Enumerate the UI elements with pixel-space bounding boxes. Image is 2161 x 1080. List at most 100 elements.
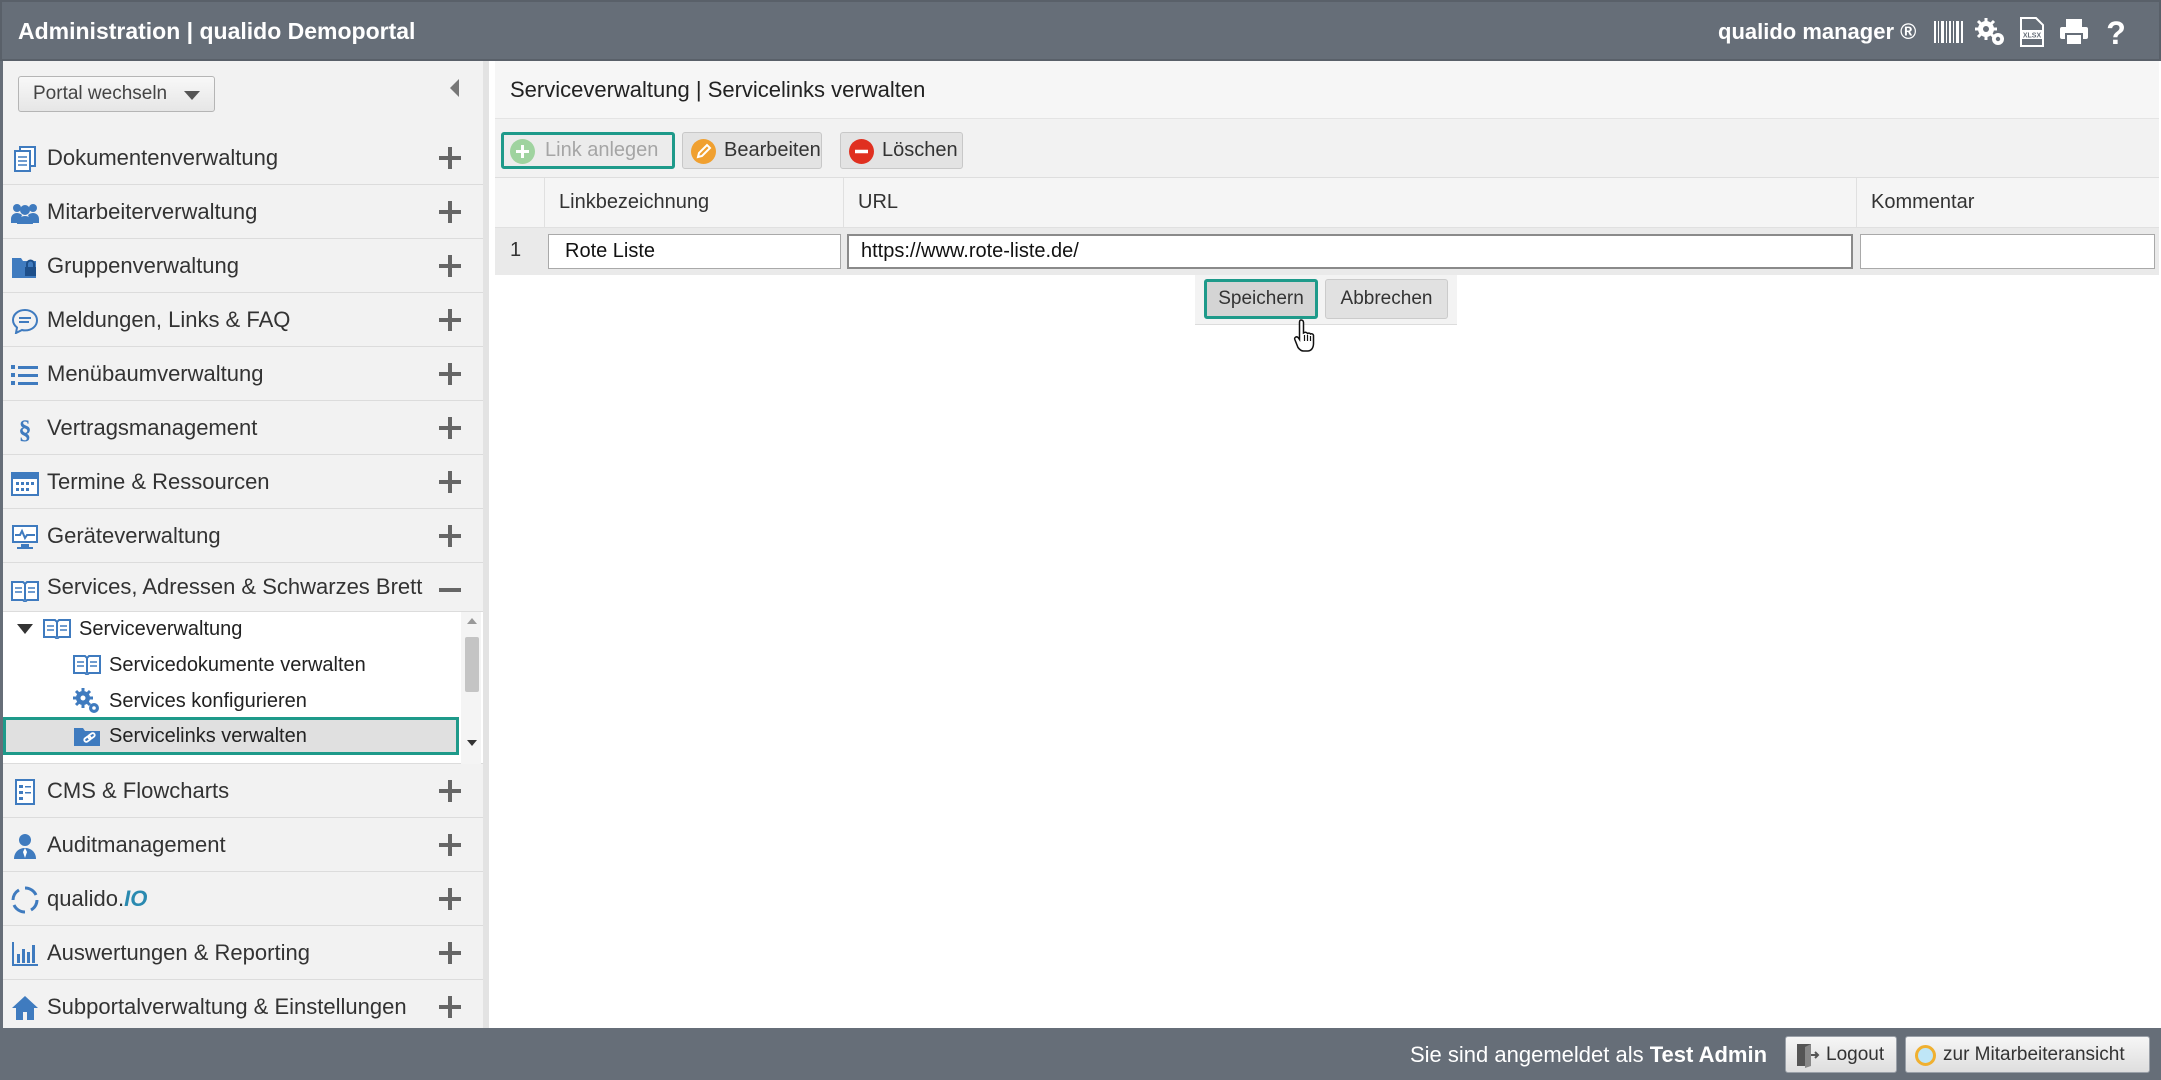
help-icon[interactable]: ? [2098,14,2134,50]
nav-item-auditmanagement[interactable]: Auditmanagement [3,818,483,872]
settings-gears-icon[interactable] [1973,14,2009,50]
top-bar: Administration | qualido Demoportal qual… [0,0,2161,61]
scroll-up-icon[interactable] [467,618,477,624]
nav-item-menuebaumverwaltung[interactable]: Menübaumverwaltung [3,347,483,401]
expand-plus-icon[interactable] [439,309,461,331]
tree-node-label: Servicelinks verwalten [109,724,307,747]
logout-label: Logout [1826,1043,1885,1065]
nav-item-gruppenverwaltung[interactable]: Gruppenverwaltung [3,239,483,293]
circle-icon [11,886,39,914]
expand-plus-icon[interactable] [439,780,461,802]
column-header-linkbezeichnung[interactable]: Linkbezeichnung [545,178,844,228]
plus-circle-icon [510,139,535,164]
nav-item-label: Meldungen, Links & FAQ [47,306,291,332]
add-link-label: Link anlegen [545,139,659,161]
print-icon[interactable] [2056,14,2092,50]
users-icon [11,199,39,227]
comment-input[interactable] [1860,234,2155,269]
nav-item-termine-ressourcen[interactable]: Termine & Ressourcen [3,455,483,509]
sidebar: Portal wechseln Dokumentenverwaltung Mit… [0,61,489,1028]
app-title: Administration | qualido Demoportal [18,18,416,44]
tree-scrollbar[interactable] [461,612,481,764]
nav-item-label: Gruppenverwaltung [47,252,240,278]
expand-plus-icon[interactable] [439,996,461,1018]
book-icon [43,619,71,639]
chat-icon [11,307,39,335]
nav-item-meldungen-links-faq[interactable]: Meldungen, Links & FAQ [3,293,483,347]
xlsx-export-icon[interactable]: XLSX [2014,14,2050,50]
portal-switch-dropdown[interactable]: Portal wechseln [18,76,215,112]
auditor-icon [11,832,39,860]
scrollbar-thumb[interactable] [465,637,479,692]
collapse-sidebar-icon[interactable] [450,79,459,97]
nav-item-label: Geräteverwaltung [47,522,221,548]
minus-circle-icon [849,139,874,164]
nav-item-label: Subportalverwaltung & Einstellungen [47,994,407,1019]
tree-node-services-konfigurieren[interactable]: Services konfigurieren [73,684,307,718]
svg-text:XLSX: XLSX [2023,33,2042,40]
nav-item-cms-flowcharts[interactable]: CMS & Flowcharts [3,764,483,818]
documents-icon [11,145,39,173]
delete-button[interactable]: Löschen [840,132,963,169]
portal-switch-label: Portal wechseln [33,83,168,104]
nav-item-subportalverwaltung[interactable]: Subportalverwaltung & Einstellungen [3,980,483,1034]
hand-cursor-icon [1292,318,1322,354]
folder-link-icon [73,725,101,747]
brand-name: qualido manager ® [1718,19,1917,44]
monitor-icon [11,523,39,551]
group-lock-icon [11,253,39,281]
url-input[interactable] [847,234,1853,269]
nav-item-label: qualido.IO [47,885,148,911]
expand-plus-icon[interactable] [439,147,461,169]
svg-text:§: § [19,415,32,443]
edit-label: Bearbeiten [724,139,821,161]
book-icon [11,577,39,605]
tree-node-label: Serviceverwaltung [79,617,243,640]
expand-plus-icon[interactable] [439,363,461,385]
nav-item-services-adressen[interactable]: Services, Adressen & Schwarzes Brett [3,563,483,612]
book-icon [73,655,101,675]
calendar-icon [11,469,39,497]
save-button[interactable]: Speichern [1204,279,1318,319]
tree-node-servicelinks-selected[interactable]: Servicelinks verwalten [3,717,459,755]
collapse-minus-icon[interactable] [439,588,461,592]
employee-view-label: zur Mitarbeiteransicht [1943,1043,2125,1065]
tree-node-serviceverwaltung[interactable]: Serviceverwaltung [17,612,242,646]
cancel-button[interactable]: Abbrechen [1325,279,1448,319]
bar-chart-icon [11,940,39,968]
svg-text:?: ? [2106,16,2126,48]
scroll-down-icon[interactable] [467,740,477,746]
employee-view-button[interactable]: zur Mitarbeiteransicht [1905,1036,2150,1073]
expand-plus-icon[interactable] [439,834,461,856]
expand-plus-icon[interactable] [439,417,461,439]
expand-plus-icon[interactable] [439,201,461,223]
add-link-button[interactable]: Link anlegen [501,132,675,169]
nav-item-auswertungen[interactable]: Auswertungen & Reporting [3,926,483,980]
caret-down-icon[interactable] [17,624,33,634]
nav-item-mitarbeiterverwaltung[interactable]: Mitarbeiterverwaltung [3,185,483,239]
nav-item-vertragsmanagement[interactable]: § Vertragsmanagement [3,401,483,455]
services-tree: Serviceverwaltung Servicedokumente verwa… [3,612,483,764]
logout-button[interactable]: Logout [1785,1036,1897,1073]
expand-plus-icon[interactable] [439,255,461,277]
expand-plus-icon[interactable] [439,471,461,493]
edit-button[interactable]: Bearbeiten [682,132,822,169]
expand-plus-icon[interactable] [439,942,461,964]
column-header-url[interactable]: URL [844,178,1857,228]
nav-item-geraeteverwaltung[interactable]: Geräteverwaltung [3,509,483,563]
tree-node-servicedokumente[interactable]: Servicedokumente verwalten [73,648,366,682]
chevron-down-icon [184,91,200,100]
login-prefix: Sie sind angemeldet als [1410,1042,1650,1067]
row-number: 1 [510,239,522,261]
gears-icon [73,688,101,714]
expand-plus-icon[interactable] [439,525,461,547]
logout-door-icon [1794,1042,1820,1074]
column-header-kommentar[interactable]: Kommentar [1857,178,2159,228]
barcode-icon[interactable] [1931,14,1967,50]
paragraph-icon: § [11,415,39,443]
nav-item-dokumentenverwaltung[interactable]: Dokumentenverwaltung [3,131,483,185]
link-name-input[interactable] [548,234,841,269]
nav-item-qualido-io[interactable]: qualido.IO [3,872,483,926]
expand-plus-icon[interactable] [439,888,461,910]
flowchart-icon [11,778,39,806]
